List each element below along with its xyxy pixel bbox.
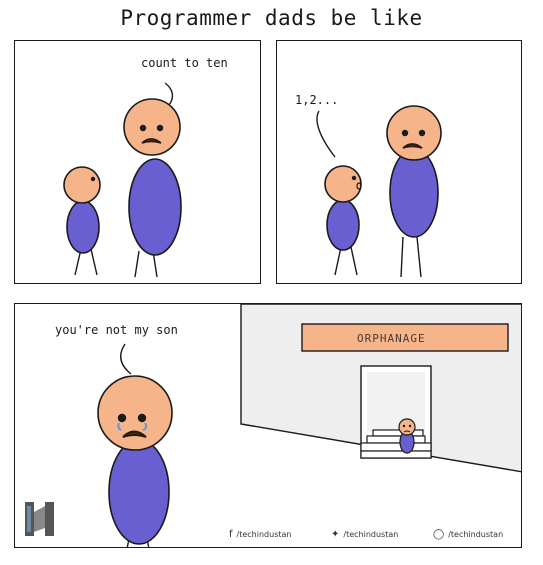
twitter-link[interactable]: ✦ /techindustan (331, 529, 398, 540)
dad-figure (386, 105, 442, 278)
panel-3-art (25, 304, 521, 547)
child-figure (324, 165, 362, 276)
twitter-icon: ✦ (331, 529, 340, 540)
sign-text: ORPHANAGE (357, 332, 426, 345)
speech-not-my-son: you're not my son (55, 323, 178, 337)
logo-icon (25, 502, 54, 536)
twitter-handle: /techindustan (343, 530, 399, 539)
instagram-handle: /techindustan (448, 530, 504, 539)
dad-figure (123, 98, 182, 278)
comic-title: Programmer dads be like (120, 6, 423, 30)
facebook-icon: f (229, 529, 233, 540)
comic-panel-1: count to ten (14, 40, 261, 284)
facebook-link[interactable]: f /techindustan (229, 529, 291, 540)
instagram-icon: ◯ (433, 529, 445, 540)
panel-2-art (316, 105, 442, 278)
instagram-link[interactable]: ◯ /techindustan (433, 529, 503, 540)
comic-panel-2: 1,2... (276, 40, 522, 284)
speech-counting: 1,2... (295, 93, 339, 107)
crying-dad-figure (97, 375, 173, 547)
facebook-handle: /techindustan (236, 530, 292, 539)
speech-count-to-ten: count to ten (141, 56, 228, 70)
comic-panel-3: you're not my son ORPHANAGE f /techindus… (14, 303, 522, 548)
child-figure (63, 166, 101, 276)
panel-1-art (63, 82, 182, 278)
orphan-child-figure (398, 418, 416, 454)
